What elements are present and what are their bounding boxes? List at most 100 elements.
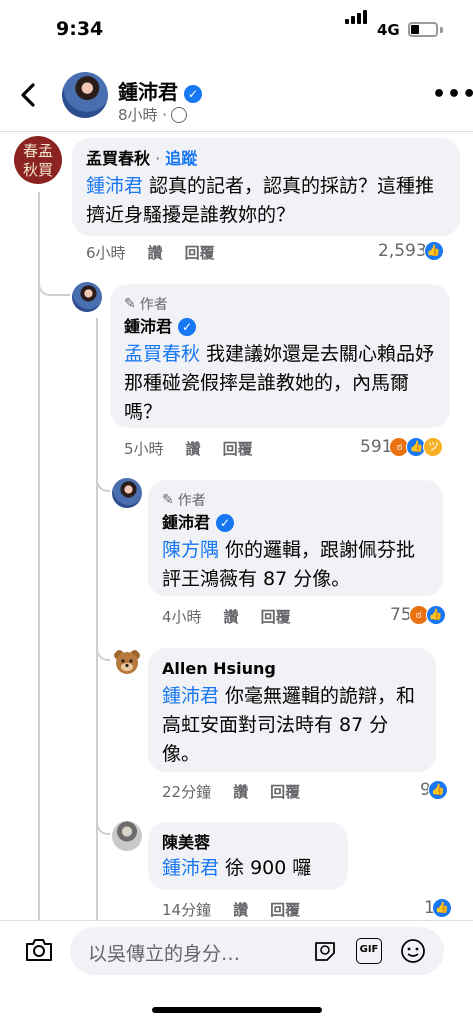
reply-button[interactable]: 回覆 [261, 606, 291, 627]
thread-connector [96, 472, 110, 492]
author-tag: ✎ 作者 [124, 294, 436, 314]
status-time: 9:34 [56, 18, 104, 40]
commenter-avatar[interactable] [112, 647, 142, 677]
comment-author: 鍾沛君 ✓ [162, 512, 429, 534]
post-header: 鍾沛君 ✓ 8小時 · ••• [0, 62, 473, 132]
camera-icon[interactable] [24, 937, 54, 963]
reply-button[interactable]: 回覆 [270, 899, 300, 920]
more-horizontal-icon[interactable]: ••• [432, 82, 473, 107]
author-tag-label: 作者 [139, 297, 168, 313]
reaction-summary[interactable]: 2,593 👍 [378, 241, 444, 261]
like-reaction-icon: 👍 [427, 780, 448, 800]
verified-badge-icon: ✓ [216, 514, 235, 532]
reaction-summary[interactable]: 75 ಠ 👍 [390, 605, 446, 625]
comment-bubble: ✎ 作者 鍾沛君 ✓ 陳方隅 你的邏輯，跟謝佩芬批評王鴻薇有 87 分像。 [148, 480, 443, 596]
mention-link[interactable]: 陳方隅 [162, 539, 219, 561]
mention-link[interactable]: 孟買春秋 [124, 343, 200, 365]
reaction-count: 2,593 [378, 241, 427, 261]
comment-bubble: 孟買春秋 · 追蹤 鍾沛君 認真的記者，認真的採訪？這種推擠近身騷擾是誰教妳的？ [72, 138, 460, 236]
comment-time: 4小時 [162, 608, 202, 626]
comment-input[interactable]: 以吳傳立的身分… GIF [70, 927, 444, 975]
comment-time: 5小時 [124, 440, 164, 458]
status-bar: 9:34 4G [0, 0, 473, 62]
reply-button[interactable]: 回覆 [270, 781, 300, 802]
reaction-summary[interactable]: 1 👍 [424, 898, 452, 918]
sticker-icon[interactable] [312, 938, 338, 964]
reply-button[interactable]: 回覆 [185, 242, 215, 263]
reaction-summary[interactable]: 591 ಠ 👍 ツ [360, 437, 444, 457]
globe-icon [171, 107, 188, 123]
like-button[interactable]: 讚 [186, 438, 201, 459]
reaction-summary[interactable]: 9 👍 [420, 780, 448, 800]
post-author-name[interactable]: 鍾沛君 [118, 80, 178, 104]
thread-connector [38, 276, 70, 296]
comment-time: 14分鐘 [162, 901, 212, 919]
post-author[interactable]: 鍾沛君 ✓ [118, 76, 202, 105]
haha-reaction-icon: ツ [423, 437, 444, 457]
comment-time: 6小時 [86, 244, 126, 262]
comment-author: 孟買春秋 · 追蹤 [86, 148, 446, 170]
gif-label: GIF [359, 944, 379, 955]
comment-actions: 14分鐘 讚 回覆 [162, 899, 300, 920]
commenter-name[interactable]: 鍾沛君 [124, 317, 172, 336]
comment-actions: 5小時 讚 回覆 [124, 438, 253, 459]
comment-bubble: 陳美蓉 鍾沛君 徐 900 囉 [148, 822, 348, 890]
author-tag-label: 作者 [177, 493, 206, 509]
verified-badge-icon: ✓ [184, 85, 202, 103]
avatar-seal-text: 春孟秋買 [22, 142, 53, 179]
emoji-icon[interactable] [400, 938, 426, 964]
chevron-left-icon[interactable] [14, 80, 42, 110]
comment-author: 鍾沛君 ✓ [124, 316, 436, 338]
gif-icon[interactable]: GIF [356, 938, 382, 964]
author-avatar[interactable] [62, 72, 108, 118]
comment-text: 陳方隅 你的邏輯，跟謝佩芬批評王鴻薇有 87 分像。 [162, 536, 429, 594]
post-meta: 8小時 · [118, 104, 188, 125]
like-button[interactable]: 讚 [233, 781, 248, 802]
commenter-avatar[interactable] [112, 478, 142, 508]
comment-time: 22分鐘 [162, 783, 212, 801]
comment-bubble: ✎ 作者 鍾沛君 ✓ 孟買春秋 我建議妳還是去關心賴品妤那種碰瓷假摔是誰教她的，內馬… [110, 284, 450, 428]
post-time: 8小時 · [118, 106, 168, 124]
like-reaction-icon: 👍 [431, 898, 452, 918]
comment-actions: 6小時 讚 回覆 [86, 242, 215, 263]
commenter-name[interactable]: 鍾沛君 [162, 513, 210, 532]
pencil-icon: ✎ [124, 296, 136, 312]
comment-actions: 4小時 讚 回覆 [162, 606, 291, 627]
thread-connector [96, 641, 110, 661]
commenter-name[interactable]: 陳美蓉 [162, 832, 334, 854]
thread-connector [96, 815, 110, 835]
commenter-avatar[interactable]: 春孟秋買 [14, 136, 62, 184]
like-button[interactable]: 讚 [224, 606, 239, 627]
comment-text: 鍾沛君 徐 900 囉 [162, 854, 334, 883]
thread-line-main [38, 192, 40, 920]
comment-input-placeholder: 以吳傳立的身分… [88, 943, 241, 965]
comment-text: 孟買春秋 我建議妳還是去關心賴品妤那種碰瓷假摔是誰教她的，內馬爾嗎？ [124, 340, 436, 427]
comment-composer: 以吳傳立的身分… GIF [0, 920, 473, 980]
follow-button[interactable]: 追蹤 [165, 149, 197, 168]
like-button[interactable]: 讚 [233, 899, 248, 920]
author-tag: ✎ 作者 [162, 490, 429, 510]
home-indicator [152, 1007, 322, 1013]
reaction-count: 591 [360, 437, 393, 457]
commenter-avatar[interactable] [72, 282, 102, 312]
battery-icon [408, 22, 438, 37]
mention-link[interactable]: 鍾沛君 [86, 175, 143, 197]
pencil-icon: ✎ [162, 492, 174, 508]
comment-body: 徐 900 囉 [219, 857, 312, 879]
like-reaction-icon: 👍 [425, 605, 446, 625]
like-reaction-icon: 👍 [423, 241, 444, 261]
like-button[interactable]: 讚 [148, 242, 163, 263]
network-type: 4G [377, 21, 400, 39]
separator: · [150, 149, 166, 168]
mention-link[interactable]: 鍾沛君 [162, 685, 219, 707]
comment-text: 鍾沛君 你毫無邏輯的詭辯，和高虹安面對司法時有 87 分像。 [162, 682, 422, 769]
commenter-name[interactable]: Allen Hsiung [162, 658, 422, 680]
mention-link[interactable]: 鍾沛君 [162, 857, 219, 879]
comment-text: 鍾沛君 認真的記者，認真的採訪？這種推擠近身騷擾是誰教妳的？ [86, 172, 446, 230]
commenter-name[interactable]: 孟買春秋 [86, 149, 150, 168]
comment-bubble: Allen Hsiung 鍾沛君 你毫無邏輯的詭辯，和高虹安面對司法時有 87 … [148, 648, 436, 772]
battery-tip [440, 27, 443, 33]
commenter-avatar[interactable] [112, 821, 142, 851]
verified-badge-icon: ✓ [178, 318, 197, 336]
reply-button[interactable]: 回覆 [223, 438, 253, 459]
